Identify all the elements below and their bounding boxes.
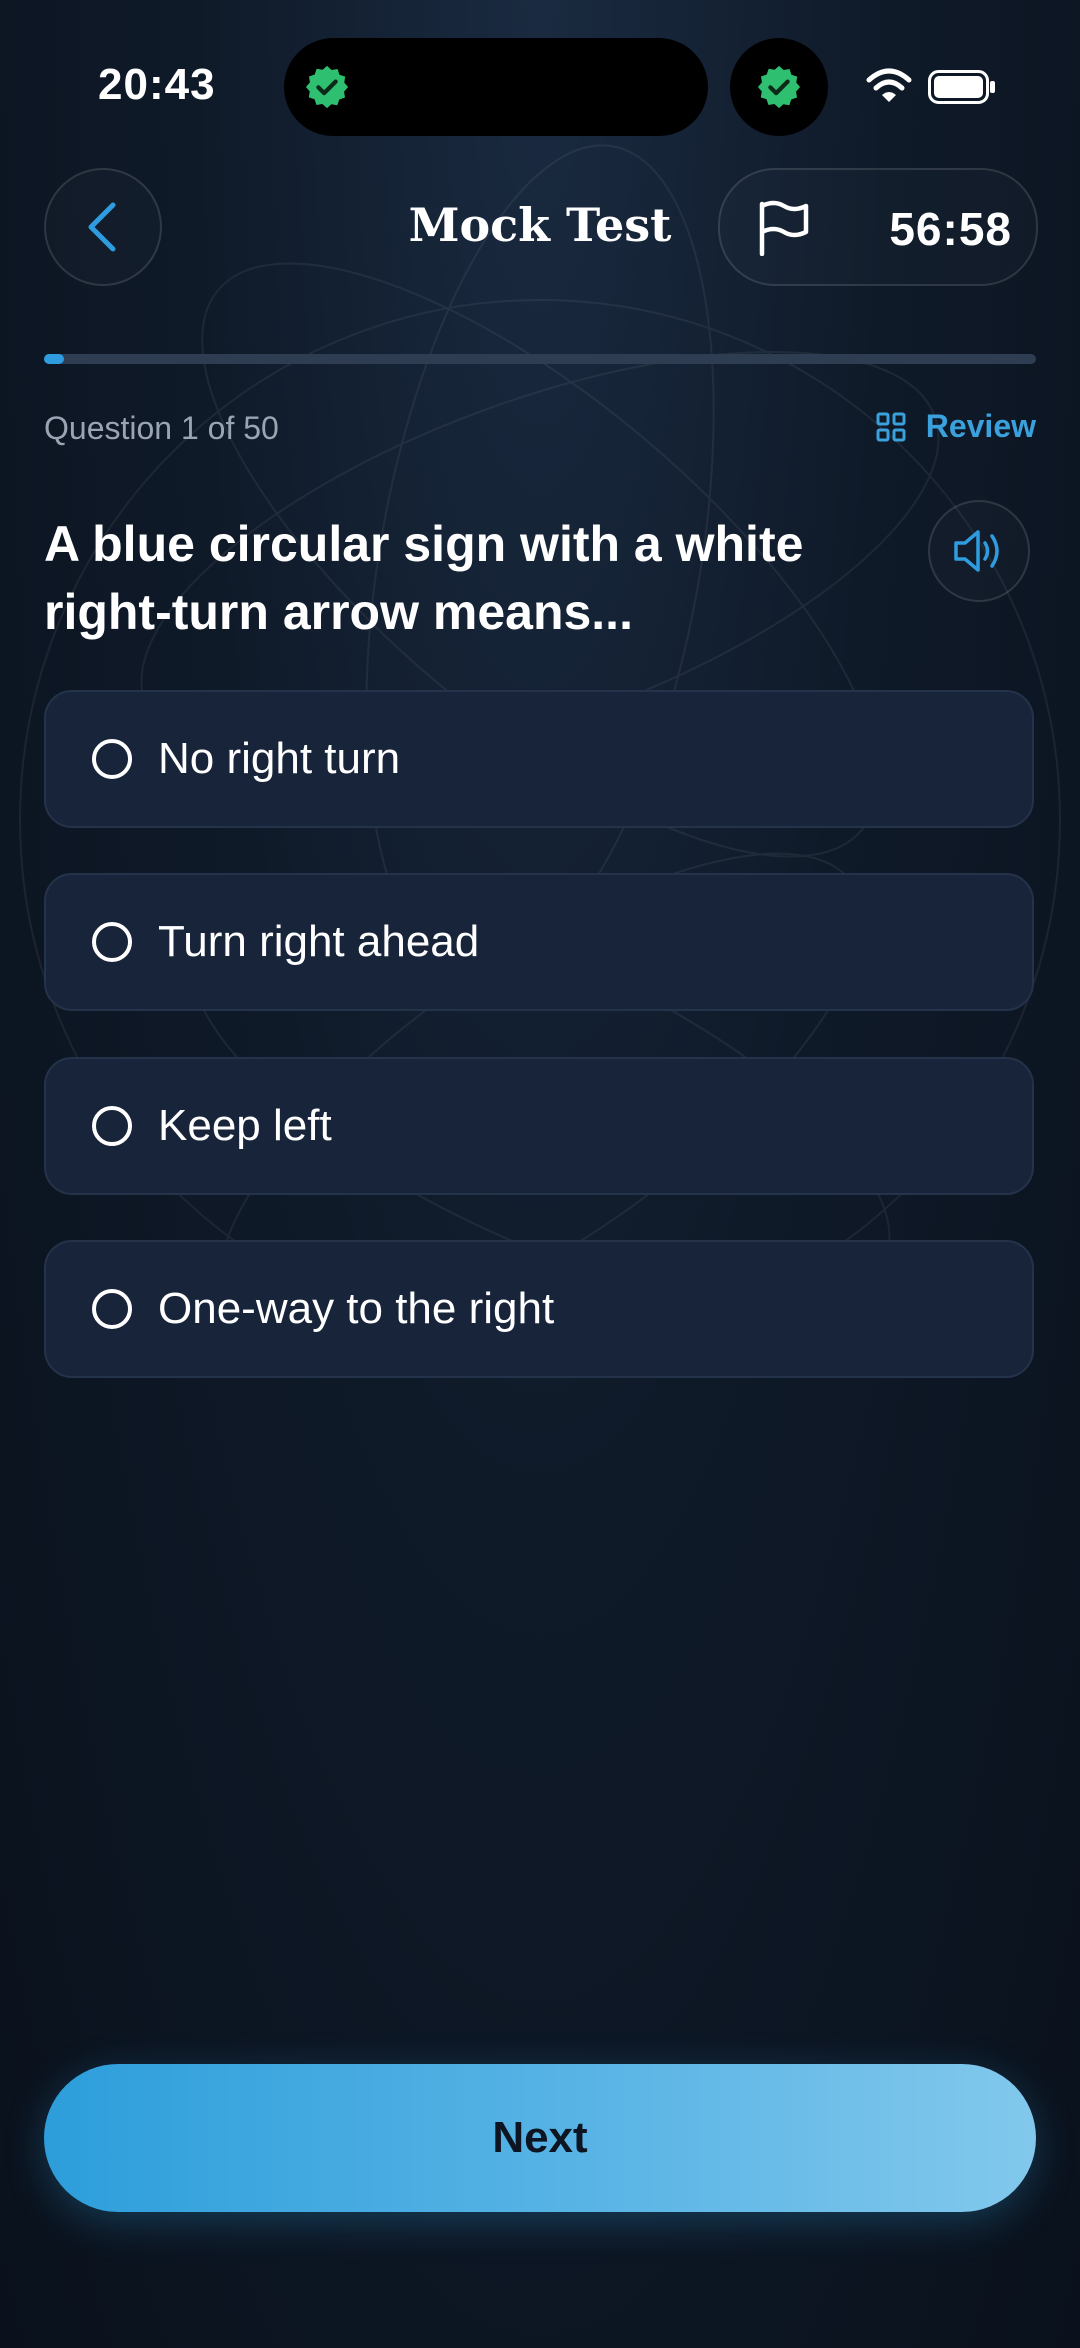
countdown-timer: 56:58 bbox=[889, 203, 1012, 255]
answer-option-2[interactable]: Turn right ahead bbox=[44, 873, 1034, 1011]
battery-icon bbox=[928, 70, 995, 104]
dynamic-island bbox=[284, 38, 708, 136]
wifi-icon bbox=[866, 68, 912, 102]
answer-option-4[interactable]: One-way to the right bbox=[44, 1240, 1034, 1378]
chevron-left-icon bbox=[88, 202, 116, 252]
camera-indicator bbox=[730, 38, 828, 136]
progress-fill bbox=[44, 354, 64, 364]
option-label: Turn right ahead bbox=[158, 917, 480, 966]
option-label: Keep left bbox=[158, 1101, 332, 1150]
answer-option-3[interactable]: Keep left bbox=[44, 1057, 1034, 1195]
flag-icon[interactable] bbox=[754, 200, 810, 256]
speaker-icon bbox=[954, 530, 999, 572]
back-button[interactable] bbox=[44, 168, 162, 286]
grid-icon bbox=[876, 412, 906, 441]
radio-button[interactable] bbox=[92, 739, 132, 779]
verified-badge-icon bbox=[305, 65, 349, 109]
radio-button[interactable] bbox=[92, 1106, 132, 1146]
timer-pill: 56:58 bbox=[718, 168, 1038, 286]
radio-button[interactable] bbox=[92, 922, 132, 962]
radio-button[interactable] bbox=[92, 1289, 132, 1329]
question-counter: Question 1 of 50 bbox=[44, 410, 279, 446]
status-bar: 20:43 bbox=[0, 0, 1080, 150]
next-button[interactable]: Next bbox=[44, 2064, 1036, 2212]
next-button-label: Next bbox=[492, 2113, 588, 2162]
question-text: A blue circular sign with a white right-… bbox=[44, 516, 804, 640]
answer-option-1[interactable]: No right turn bbox=[44, 690, 1034, 828]
review-label: Review bbox=[925, 408, 1036, 444]
progress-bar bbox=[44, 354, 1036, 364]
review-button[interactable]: Review bbox=[876, 408, 1036, 445]
status-time: 20:43 bbox=[98, 60, 216, 109]
audio-button[interactable] bbox=[928, 500, 1030, 602]
option-label: One-way to the right bbox=[158, 1284, 555, 1333]
page-title: Mock Test bbox=[408, 198, 672, 252]
option-label: No right turn bbox=[158, 734, 401, 783]
verified-badge-icon bbox=[757, 65, 801, 109]
